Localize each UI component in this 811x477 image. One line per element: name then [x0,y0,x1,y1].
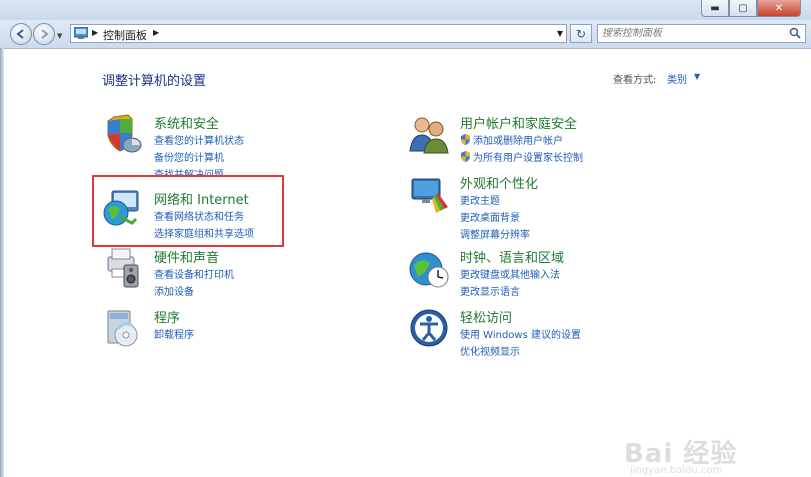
link-optimize-visual-display[interactable]: 优化视频显示 [460,343,520,358]
uac-shield-icon [461,134,470,145]
minimize-button[interactable]: ▬ [701,0,729,17]
breadcrumb-control-panel[interactable]: 控制面板 [103,27,147,43]
forward-button[interactable] [33,23,55,45]
view-by-dropdown[interactable]: 类别 [667,71,687,86]
shield-icon[interactable] [102,113,144,155]
search-icon[interactable] [789,27,801,39]
category-title[interactable]: 外观和个性化 [460,173,538,192]
link-uninstall-program[interactable]: 卸载程序 [154,326,194,341]
link-recommended-settings[interactable]: 使用 Windows 建议的设置 [460,326,581,341]
search-box [597,24,806,43]
refresh-icon: ↻ [575,26,587,41]
printer-icon[interactable] [102,247,144,289]
user-accounts-icon[interactable] [408,113,450,155]
control-panel-content: 调整计算机的设置 查看方式: 类别 ▼ 系统和安全 查看您的计算机状态 备份您的… [4,49,811,477]
address-bar[interactable]: ▶ 控制面板 ▶ ▼ [70,24,567,43]
link-parental-controls[interactable]: 为所有用户设置家长控制 [460,149,583,164]
link-change-theme[interactable]: 更改主题 [460,192,500,207]
refresh-button[interactable]: ↻ [570,24,592,43]
uac-shield-icon [461,151,470,162]
link-view-computer-status[interactable]: 查看您的计算机状态 [154,132,244,147]
appearance-icon[interactable] [408,173,450,215]
link-label: 添加或删除用户帐户 [473,136,563,147]
search-input[interactable] [602,26,782,41]
link-devices-printers[interactable]: 查看设备和打印机 [154,266,234,281]
control-panel-icon [74,27,88,39]
close-button[interactable]: ✕ [757,0,801,17]
watermark-url: jingyan.baidu.com [630,465,723,476]
link-add-remove-accounts[interactable]: 添加或删除用户帐户 [460,132,563,147]
category-title[interactable]: 用户帐户和家庭安全 [460,113,577,132]
link-screen-resolution[interactable]: 调整屏幕分辨率 [460,226,530,241]
view-by-label: 查看方式: [613,75,657,86]
breadcrumb-separator-icon[interactable]: ▶ [92,28,98,37]
link-add-device[interactable]: 添加设备 [154,283,194,298]
link-change-display-language[interactable]: 更改显示语言 [460,283,520,298]
ease-of-access-icon[interactable] [408,307,450,349]
link-desktop-background[interactable]: 更改桌面背景 [460,209,520,224]
page-title: 调整计算机的设置 [102,74,207,89]
address-dropdown-icon[interactable]: ▼ [557,29,563,38]
view-by-chevron-icon[interactable]: ▼ [694,72,700,81]
baidu-watermark: Bai 经验 jingyan.baidu.com [624,433,804,477]
link-change-keyboard[interactable]: 更改键盘或其他输入法 [460,266,560,281]
breadcrumb-separator-icon[interactable]: ▶ [153,28,159,37]
maximize-button[interactable]: ▢ [729,0,757,17]
window-controls: ▬ ▢ ✕ [701,0,801,17]
category-title[interactable]: 硬件和声音 [154,247,219,266]
forward-arrow-icon [41,29,49,39]
recent-pages-dropdown-icon[interactable]: ▼ [57,32,62,40]
category-title[interactable]: 程序 [154,307,180,326]
link-backup-computer[interactable]: 备份您的计算机 [154,149,224,164]
clock-globe-icon[interactable] [408,247,450,289]
category-title[interactable]: 轻松访问 [460,307,512,326]
back-arrow-icon [16,29,24,39]
category-title[interactable]: 时钟、语言和区域 [460,247,564,266]
link-troubleshoot[interactable]: 查找并解决问题 [154,166,224,175]
category-title[interactable]: 系统和安全 [154,113,219,132]
programs-icon[interactable] [102,307,144,349]
navigation-bar: ▼ ▶ 控制面板 ▶ ▼ ↻ [0,20,811,49]
back-button[interactable] [10,23,32,45]
title-bar: ▬ ▢ ✕ [0,0,811,20]
link-label: 为所有用户设置家长控制 [473,153,583,164]
highlight-box [92,175,284,247]
